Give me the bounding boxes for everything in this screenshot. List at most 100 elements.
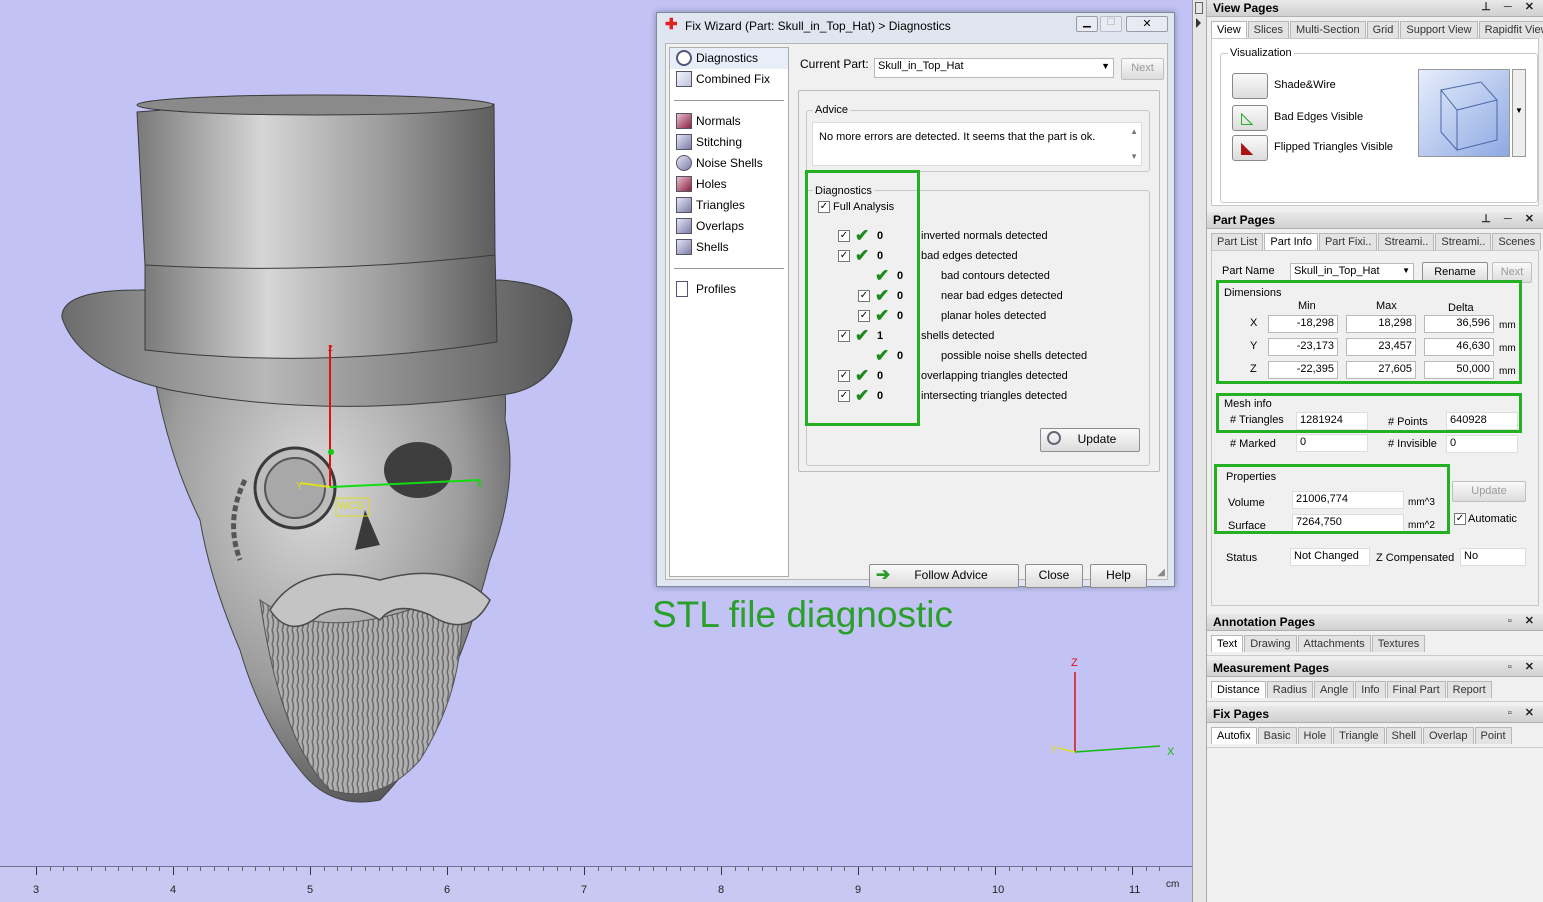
properties-update-button[interactable]: Update (1452, 481, 1526, 502)
current-part-select[interactable]: Skull_in_Top_Hat ▼ (874, 58, 1114, 78)
nav-combined-fix[interactable]: Combined Fix (670, 69, 788, 90)
fix-pages-tab[interactable]: Triangle (1333, 727, 1385, 744)
fix-pages-tab[interactable]: Basic (1257, 727, 1297, 744)
scroll-up-icon[interactable]: ▲ (1130, 127, 1138, 136)
noise-shells-icon (676, 155, 692, 171)
fix-pages-tab[interactable]: Point (1474, 727, 1512, 744)
ruler-minor-tick (118, 867, 120, 871)
nav-diagnostics-label: Diagnostics (696, 51, 759, 65)
view-pages-tab[interactable]: Grid (1366, 21, 1400, 38)
fix-pages-tab[interactable]: Shell (1385, 727, 1422, 744)
view-dropdown-arrow-icon[interactable]: ▼ (1512, 69, 1526, 157)
update-button[interactable]: Update (1040, 428, 1140, 452)
nav-diagnostics[interactable]: Diagnostics (670, 48, 788, 69)
annotation-pages-tab[interactable]: Drawing (1244, 635, 1297, 652)
shade-wire-icon[interactable] (1232, 73, 1268, 99)
expand-arrow-icon[interactable] (1196, 18, 1201, 28)
scroll-down-icon[interactable]: ▼ (1130, 152, 1138, 161)
part-pages-tabs: Part List Part Info Part Fixi.. Streami.. St… (1207, 229, 1543, 250)
view-pages-tab[interactable]: Slices (1247, 21, 1289, 38)
measurement-divider (1207, 698, 1543, 702)
fix-pages-header[interactable]: Fix Pages ▫ ✕ (1207, 706, 1543, 723)
resize-grip-icon[interactable]: ◢ (1157, 567, 1165, 578)
measurement-pages-tab[interactable]: Radius (1266, 681, 1314, 698)
dock-controls[interactable]: ⊥ ─ ✕ (1481, 212, 1539, 225)
annotation-pages-tabs: Text Drawing Attachments Textures (1207, 631, 1543, 652)
ruler-minor-tick (611, 867, 613, 871)
fix-pages-tab[interactable]: Hole (1297, 727, 1333, 744)
triangles-icon (676, 197, 692, 213)
ruler-minor-tick (460, 867, 462, 871)
properties-highlight (1214, 464, 1450, 534)
annotation-pages-tab[interactable]: Textures (1371, 635, 1426, 652)
measurement-pages-tab[interactable]: Report (1446, 681, 1492, 698)
view-pages-tab[interactable]: Support View (1400, 21, 1478, 38)
view-pages-tab[interactable]: View (1211, 21, 1247, 38)
part-pages-tab[interactable]: Part Fixi.. (1318, 233, 1378, 250)
ruler-minor-tick (556, 867, 558, 871)
flipped-triangles-icon[interactable]: ◣ (1232, 135, 1268, 161)
nav-normals[interactable]: Normals (670, 111, 788, 132)
help-button[interactable]: Help (1090, 564, 1147, 588)
dock-controls[interactable]: ▫ ✕ (1508, 614, 1539, 627)
nav-noise-shells-label: Noise Shells (696, 156, 763, 170)
nav-overlaps-label: Overlaps (696, 219, 745, 233)
status-label: Status (1226, 552, 1258, 564)
ruler-label: 7 (581, 884, 588, 896)
advice-textbox[interactable]: No more errors are detected. It seems th… (812, 122, 1142, 166)
ruler-minor-tick (1008, 867, 1010, 871)
automatic-checkbox[interactable]: ✓ (1454, 513, 1466, 525)
view-pages-header[interactable]: View Pages ⊥ ─ ✕ (1207, 0, 1543, 17)
diagnostic-text: possible noise shells detected (941, 350, 1088, 362)
part-pages-tab[interactable]: Part List (1211, 233, 1264, 250)
nav-shells[interactable]: Shells (670, 237, 788, 258)
dock-controls[interactable]: ⊥ ─ ✕ (1481, 0, 1539, 13)
part-pages-tab[interactable]: Scenes (1492, 233, 1542, 250)
ruler-minor-tick (1090, 867, 1092, 871)
ruler-label: 5 (307, 884, 314, 896)
diagnostic-text: inverted normals detected (921, 230, 1048, 242)
part-pages-tab[interactable]: Streami.. (1435, 233, 1492, 250)
annotation-pages-header[interactable]: Annotation Pages ▫ ✕ (1207, 614, 1543, 631)
ruler-minor-tick (433, 867, 435, 871)
dock-controls[interactable]: ▫ ✕ (1508, 660, 1539, 673)
measurement-pages-header[interactable]: Measurement Pages ▫ ✕ (1207, 660, 1543, 677)
view-pages-tab[interactable]: Multi-Section (1290, 21, 1366, 38)
nav-profiles[interactable]: Profiles (670, 279, 788, 300)
view-pages-tab[interactable]: Rapidfit View (1478, 21, 1543, 38)
shade-wire-label: Shade&Wire (1274, 79, 1336, 91)
pin-icon[interactable] (1195, 2, 1203, 14)
minimize-button[interactable]: ▁ (1076, 16, 1098, 32)
fix-wizard-titlebar[interactable]: ✚ Fix Wizard (Part: Skull_in_Top_Hat) > … (657, 13, 1174, 39)
next-button[interactable]: Next (1121, 58, 1164, 80)
close-button[interactable]: Close (1025, 564, 1083, 588)
annotation-pages-tab[interactable]: Attachments (1297, 635, 1371, 652)
panel-splitter[interactable] (1192, 0, 1206, 902)
nav-triangles[interactable]: Triangles (670, 195, 788, 216)
measurement-pages-tab[interactable]: Info (1355, 681, 1386, 698)
ruler-minor-tick (789, 867, 791, 871)
annotation-divider (1207, 652, 1543, 656)
fix-pages-tab[interactable]: Overlap (1422, 727, 1474, 744)
maximize-button[interactable]: ☐ (1100, 16, 1122, 32)
update-button-label: Update (1077, 432, 1117, 446)
follow-advice-button[interactable]: ➔ Follow Advice (869, 564, 1019, 588)
nav-noise-shells[interactable]: Noise Shells (670, 153, 788, 174)
dock-controls[interactable]: ▫ ✕ (1508, 706, 1539, 719)
fix-pages-tab[interactable]: Autofix (1211, 727, 1257, 744)
part-pages-tab[interactable]: Part Info (1264, 233, 1318, 250)
ruler-minor-tick (515, 867, 517, 871)
nav-overlaps[interactable]: Overlaps (670, 216, 788, 237)
view-cube-icon[interactable] (1418, 69, 1510, 157)
ruler-minor-tick (1159, 867, 1161, 871)
part-pages-header[interactable]: Part Pages ⊥ ─ ✕ (1207, 212, 1543, 229)
bad-edges-icon[interactable]: ◺ (1232, 105, 1268, 131)
close-window-button[interactable]: ✕ (1126, 16, 1168, 32)
measurement-pages-tab[interactable]: Angle (1314, 681, 1355, 698)
nav-holes[interactable]: Holes (670, 174, 788, 195)
part-pages-tab[interactable]: Streami.. (1378, 233, 1435, 250)
measurement-pages-tab[interactable]: Distance (1211, 681, 1266, 698)
measurement-pages-tab[interactable]: Final Part (1386, 681, 1446, 698)
annotation-pages-tab[interactable]: Text (1211, 635, 1244, 652)
nav-stitching[interactable]: Stitching (670, 132, 788, 153)
